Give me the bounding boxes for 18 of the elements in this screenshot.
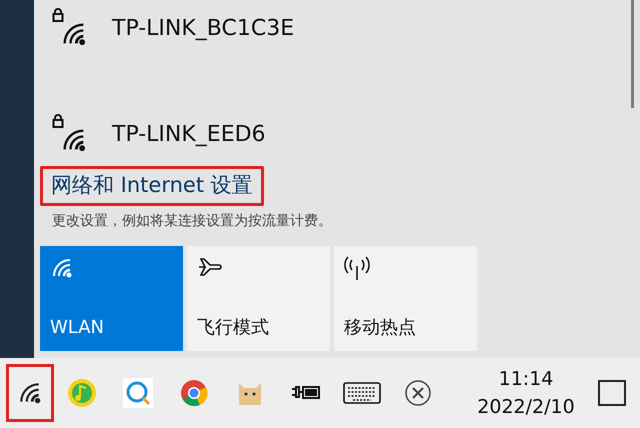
clock-date: 2022/2/10 — [477, 395, 575, 420]
notification-icon[interactable] — [598, 380, 626, 406]
close-icon — [405, 380, 431, 406]
network-name[interactable]: TP-LINK_BC1C3E — [112, 12, 294, 44]
quick-action-tile[interactable]: 移动热点 — [334, 246, 477, 350]
scrollbar[interactable] — [631, 0, 634, 108]
tray-button[interactable] — [6, 364, 54, 422]
settings-link[interactable]: 网络和 Internet 设置 — [40, 166, 264, 206]
music-note-icon — [67, 378, 97, 408]
browser-icon — [180, 379, 208, 407]
airplane-icon — [197, 256, 223, 278]
network-name[interactable]: TP-LINK_EED6 — [112, 118, 266, 150]
quick-action-tile[interactable]: WLAN — [40, 246, 183, 350]
settings-description: 更改设置，例如将某连接设置为按流量计费。 — [52, 212, 332, 228]
antenna-icon — [344, 256, 370, 282]
keyboard-icon — [343, 382, 381, 404]
quick-action-tile[interactable]: 飞行模式 — [187, 246, 330, 350]
clock-time: 11:14 — [498, 366, 554, 392]
